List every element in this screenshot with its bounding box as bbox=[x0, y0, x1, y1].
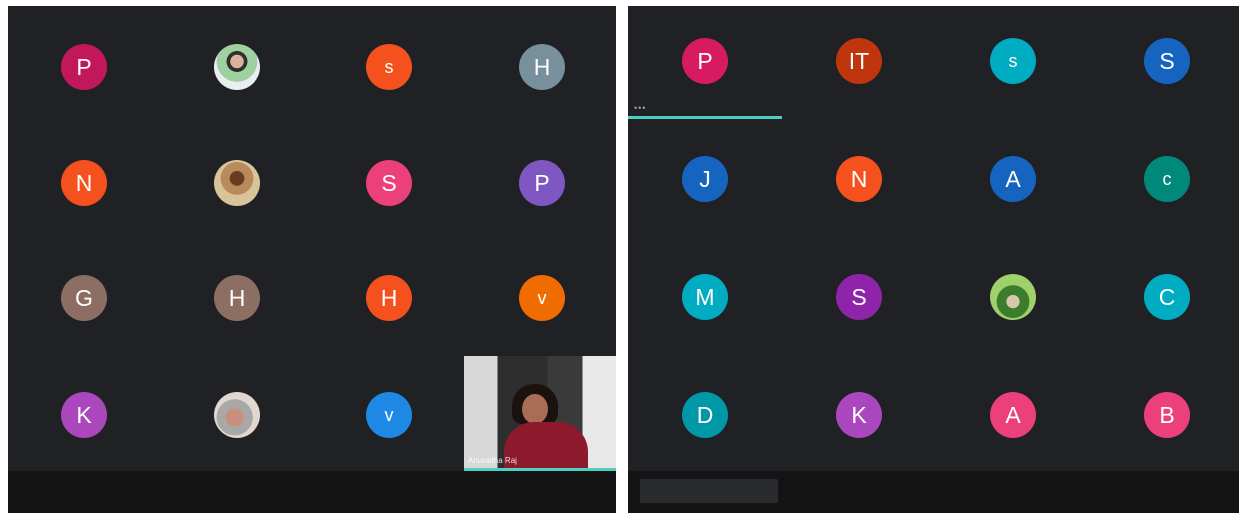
left-participant-tile[interactable]: K bbox=[9, 359, 159, 471]
right-participant-tile[interactable]: S bbox=[1092, 6, 1239, 117]
right-participant-tile[interactable]: J bbox=[630, 123, 780, 235]
self-view-person-face bbox=[522, 394, 548, 424]
participant-avatar: K bbox=[61, 392, 107, 438]
participant-photo-icon bbox=[214, 160, 260, 206]
participant-photo-icon bbox=[214, 44, 260, 90]
participant-avatar: S bbox=[1144, 38, 1190, 84]
participant-avatar: s bbox=[990, 38, 1036, 84]
right-participant-tile[interactable]: IT bbox=[784, 6, 934, 117]
more-options-icon[interactable]: ••• bbox=[634, 103, 646, 113]
participant-avatar: K bbox=[836, 392, 882, 438]
left-participant-tile[interactable]: H bbox=[314, 242, 464, 354]
left-participant-tile[interactable]: N bbox=[9, 127, 159, 239]
participant-photo-icon bbox=[214, 392, 260, 438]
right-participant-tile[interactable]: C bbox=[1092, 241, 1239, 353]
active-speaker-line bbox=[628, 116, 782, 119]
left-participant-tile[interactable]: v bbox=[314, 359, 464, 471]
left-participant-tile[interactable]: P bbox=[467, 127, 616, 239]
right-participant-tile[interactable] bbox=[938, 241, 1088, 353]
meeting-grid-right: P IT s S J N Ac M S C D K A B ••• bbox=[628, 6, 1239, 513]
left-participant-tile[interactable]: H bbox=[162, 242, 312, 354]
participant-avatar: c bbox=[1144, 156, 1190, 202]
participant-avatar: H bbox=[214, 275, 260, 321]
participant-avatar: J bbox=[682, 156, 728, 202]
left-participant-tile[interactable]: v bbox=[467, 242, 616, 354]
self-view-tile[interactable]: Anuradha Raj bbox=[464, 356, 616, 471]
right-participant-tile[interactable]: A bbox=[938, 123, 1088, 235]
left-participant-tile[interactable] bbox=[162, 127, 312, 239]
right-participant-tile[interactable]: S bbox=[784, 241, 934, 353]
right-participant-tile[interactable]: K bbox=[784, 359, 934, 471]
participant-avatar: v bbox=[519, 275, 565, 321]
participant-photo-icon bbox=[990, 274, 1036, 320]
toolbar-button[interactable] bbox=[640, 479, 778, 503]
participant-avatar: A bbox=[990, 392, 1036, 438]
meeting-grid-left: Ps H N S P G H Hv Kv Anuradha Raj bbox=[8, 6, 616, 513]
left-participant-tile[interactable] bbox=[162, 11, 312, 123]
participant-avatar: v bbox=[366, 392, 412, 438]
left-participant-tile[interactable]: G bbox=[9, 242, 159, 354]
left-participant-tile[interactable]: P bbox=[9, 11, 159, 123]
participant-avatar: N bbox=[61, 160, 107, 206]
right-participant-tile[interactable]: A bbox=[938, 359, 1088, 471]
left-participant-tile[interactable]: s bbox=[314, 11, 464, 123]
participant-avatar: P bbox=[519, 160, 565, 206]
participant-avatar: M bbox=[682, 274, 728, 320]
self-view-name: Anuradha Raj bbox=[468, 456, 517, 465]
right-participant-tile[interactable]: B bbox=[1092, 359, 1239, 471]
participant-avatar: S bbox=[836, 274, 882, 320]
left-participant-tile[interactable]: H bbox=[467, 11, 616, 123]
participant-avatar: s bbox=[366, 44, 412, 90]
participant-avatar: C bbox=[1144, 274, 1190, 320]
participant-avatar: IT bbox=[836, 38, 882, 84]
right-participant-tile[interactable]: D bbox=[630, 359, 780, 471]
participant-avatar: A bbox=[990, 156, 1036, 202]
right-participant-tile[interactable]: s bbox=[938, 6, 1088, 117]
participant-avatar: H bbox=[366, 275, 412, 321]
participant-avatar: P bbox=[682, 38, 728, 84]
participant-avatar: H bbox=[519, 44, 565, 90]
left-participant-tile[interactable]: S bbox=[314, 127, 464, 239]
participant-avatar: B bbox=[1144, 392, 1190, 438]
right-participant-tile[interactable]: c bbox=[1092, 123, 1239, 235]
right-bottom-toolbar bbox=[628, 471, 1239, 513]
left-bottom-toolbar bbox=[8, 471, 616, 513]
participant-avatar: S bbox=[366, 160, 412, 206]
right-participant-tile[interactable]: M bbox=[630, 241, 780, 353]
participant-avatar: P bbox=[61, 44, 107, 90]
participant-avatar: G bbox=[61, 275, 107, 321]
right-participant-tile[interactable]: P bbox=[630, 6, 780, 117]
participant-avatar: D bbox=[682, 392, 728, 438]
participant-avatar: N bbox=[836, 156, 882, 202]
right-participant-tile[interactable]: N bbox=[784, 123, 934, 235]
left-participant-tile[interactable] bbox=[162, 359, 312, 471]
